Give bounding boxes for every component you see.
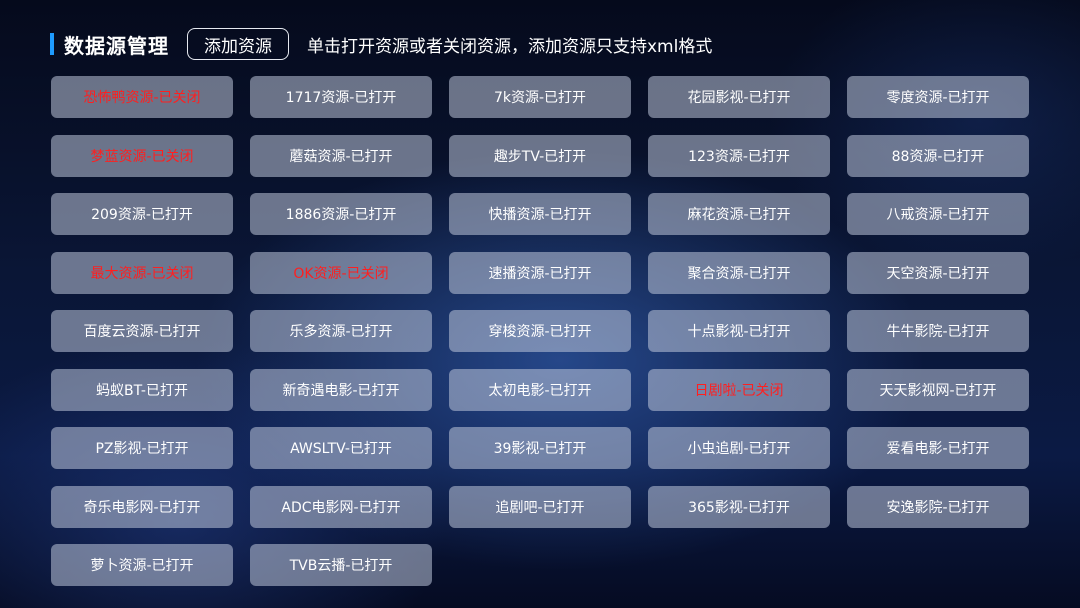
source-tile[interactable]: 十点影视-已打开	[648, 310, 830, 352]
source-tile[interactable]: 1717资源-已打开	[250, 76, 432, 118]
source-tile[interactable]: 88资源-已打开	[847, 134, 1029, 177]
source-tile[interactable]: 八戒资源-已打开	[847, 193, 1029, 235]
page-title: 数据源管理	[64, 33, 169, 58]
source-tile[interactable]: 最大资源-已关闭	[51, 251, 233, 294]
source-tile[interactable]: 梦蓝资源-已关闭	[51, 134, 233, 177]
source-tile[interactable]: 速播资源-已打开	[449, 251, 631, 294]
source-tile[interactable]: 爱看电影-已打开	[847, 427, 1029, 469]
source-tile[interactable]: 1886资源-已打开	[250, 193, 432, 235]
source-tile[interactable]: 蘑菇资源-已打开	[250, 134, 432, 177]
source-tile[interactable]: 恐怖鸭资源-已关闭	[51, 76, 233, 118]
source-tile[interactable]: 39影视-已打开	[449, 427, 631, 469]
source-tile[interactable]: TVB云播-已打开	[250, 544, 432, 586]
source-tile[interactable]: OK资源-已关闭	[250, 251, 432, 294]
source-tile[interactable]: 快播资源-已打开	[449, 193, 631, 235]
source-tile[interactable]: 聚合资源-已打开	[648, 251, 830, 294]
source-tile[interactable]: 123资源-已打开	[648, 134, 830, 177]
source-tile[interactable]: 天空资源-已打开	[847, 251, 1029, 294]
source-tile[interactable]: 太初电影-已打开	[449, 368, 631, 411]
source-tile[interactable]: 牛牛影院-已打开	[847, 310, 1029, 352]
header: 数据源管理 添加资源 单击打开资源或者关闭资源，添加资源只支持xml格式	[50, 26, 712, 62]
source-tile[interactable]: 乐多资源-已打开	[250, 310, 432, 352]
source-tile[interactable]: ADC电影网-已打开	[250, 485, 432, 528]
source-tile[interactable]: 麻花资源-已打开	[648, 193, 830, 235]
source-tile[interactable]: 蚂蚁BT-已打开	[51, 368, 233, 411]
source-tile[interactable]: 奇乐电影网-已打开	[51, 485, 233, 528]
source-tile[interactable]: 日剧啦-已关闭	[648, 368, 830, 411]
source-tile[interactable]: 小虫追剧-已打开	[648, 427, 830, 469]
source-grid: 恐怖鸭资源-已关闭 1717资源-已打开 7k资源-已打开 花园影视-已打开 零度资源-…	[51, 76, 1029, 586]
source-tile[interactable]: PZ影视-已打开	[51, 427, 233, 469]
source-tile[interactable]: 209资源-已打开	[51, 193, 233, 235]
source-tile[interactable]: 趣步TV-已打开	[449, 134, 631, 177]
title-accent-bar	[50, 33, 54, 55]
source-tile[interactable]: AWSLTV-已打开	[250, 427, 432, 469]
source-tile[interactable]: 安逸影院-已打开	[847, 485, 1029, 528]
source-tile[interactable]: 365影视-已打开	[648, 485, 830, 528]
source-tile[interactable]: 新奇遇电影-已打开	[250, 368, 432, 411]
source-tile[interactable]: 百度云资源-已打开	[51, 310, 233, 352]
hint-text: 单击打开资源或者关闭资源，添加资源只支持xml格式	[307, 36, 713, 57]
add-source-button[interactable]: 添加资源	[187, 28, 289, 60]
source-tile[interactable]: 零度资源-已打开	[847, 76, 1029, 118]
source-tile[interactable]: 花园影视-已打开	[648, 76, 830, 118]
source-tile[interactable]: 追剧吧-已打开	[449, 485, 631, 528]
source-tile[interactable]: 穿梭资源-已打开	[449, 310, 631, 352]
source-tile[interactable]: 萝卜资源-已打开	[51, 544, 233, 586]
source-tile[interactable]: 7k资源-已打开	[449, 76, 631, 118]
source-tile[interactable]: 天天影视网-已打开	[847, 368, 1029, 411]
